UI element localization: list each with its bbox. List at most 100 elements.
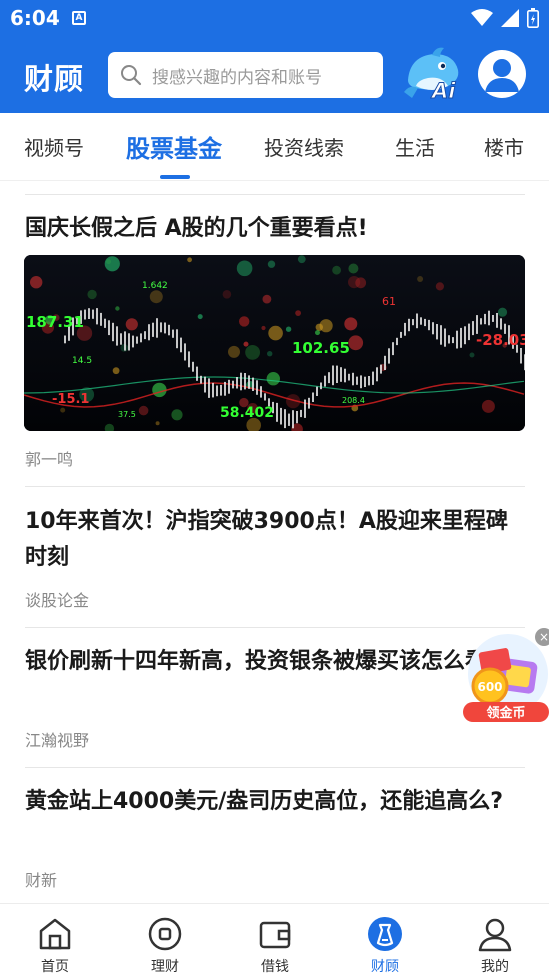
article-source[interactable]: 谈股论金: [25, 587, 89, 611]
bokeh-light: [348, 335, 364, 351]
article-title[interactable]: 国庆长假之后 A股的几个重要看点!: [25, 211, 525, 247]
system-icons: [471, 8, 539, 28]
bottom-navigation: 首页 理财 借钱 财顾 我的: [0, 903, 549, 977]
nav-profile[interactable]: 我的: [440, 904, 549, 977]
nav-wealth[interactable]: 理财: [110, 904, 220, 977]
candle: [400, 331, 402, 338]
bokeh-light: [171, 409, 183, 421]
candle: [260, 386, 262, 398]
bokeh-light: [267, 260, 276, 268]
status-time: 6:04: [10, 6, 60, 30]
candle: [356, 376, 358, 385]
bokeh-light: [262, 294, 272, 304]
bokeh-light: [60, 407, 66, 413]
article-feed[interactable]: 国庆长假之后 A股的几个重要看点! 1.642 187.31 102.65 -2…: [0, 181, 549, 903]
candle: [96, 308, 98, 325]
bokeh-light: [267, 351, 273, 357]
home-icon: [39, 918, 71, 950]
nav-label: 我的: [481, 959, 509, 975]
tab-stocks-funds[interactable]: 股票基金: [126, 129, 222, 164]
svg-text:领金币: 领金币: [486, 705, 525, 721]
battery-icon: [527, 8, 539, 28]
ticker-label: 208.4: [342, 396, 365, 405]
candle: [160, 322, 162, 333]
article-title[interactable]: 银价刷新十四年新高，投资银条被爆买该怎么看?: [25, 644, 525, 680]
bokeh-light: [481, 399, 495, 413]
candle: [420, 317, 422, 325]
article-source[interactable]: 财新: [25, 867, 57, 891]
ticker-label: 58.402: [220, 405, 274, 421]
nav-borrow[interactable]: 借钱: [220, 904, 330, 977]
candle: [404, 322, 406, 336]
candle: [144, 331, 146, 340]
ticker-label: -15.1: [52, 392, 89, 407]
close-icon[interactable]: ×: [535, 628, 549, 646]
bokeh-light: [155, 421, 160, 426]
bokeh-light: [197, 314, 203, 320]
bokeh-light: [295, 310, 301, 316]
candle: [312, 392, 314, 402]
article-source[interactable]: 郭一鸣: [25, 446, 73, 470]
candle: [220, 384, 222, 396]
ticker-label: 187.31: [26, 313, 84, 331]
bokeh-light: [106, 259, 111, 265]
bokeh-light: [30, 276, 43, 289]
tab-real-estate[interactable]: 楼市: [484, 132, 524, 161]
candle: [496, 313, 498, 328]
candle: [248, 375, 250, 389]
bokeh-light: [138, 405, 149, 416]
nav-home[interactable]: 首页: [0, 904, 110, 977]
bokeh-light: [319, 319, 333, 333]
candle: [428, 319, 430, 331]
svg-text:600: 600: [477, 680, 502, 694]
candle: [360, 375, 362, 389]
article-thumbnail[interactable]: 1.642 187.31 102.65 -28.03 58.402 -15.1 …: [24, 255, 525, 431]
article-title[interactable]: 10年来首次！沪指突破3900点！A股迎来里程碑时刻: [25, 504, 525, 576]
tab-investment-leads[interactable]: 投资线索: [264, 132, 344, 161]
candle: [340, 367, 342, 382]
candle: [136, 336, 138, 344]
divider: [25, 194, 525, 195]
candle: [456, 330, 458, 349]
candle: [444, 328, 446, 347]
candle: [372, 371, 374, 385]
bokeh-light: [297, 255, 306, 264]
bokeh-light: [245, 345, 260, 360]
bokeh-light: [266, 372, 280, 386]
candle: [112, 322, 114, 342]
ticker-label: -28.03: [476, 331, 525, 349]
candle: [236, 377, 238, 389]
article-title[interactable]: 黄金站上4000美元/盎司历史高位，还能追高么?: [25, 784, 525, 820]
candle: [256, 380, 258, 395]
bokeh-light: [243, 341, 249, 347]
bokeh-light: [104, 256, 120, 272]
ticker-label: 14.5: [72, 356, 92, 366]
avatar[interactable]: [478, 50, 526, 98]
nav-label: 理财: [151, 959, 179, 975]
article-source[interactable]: 江瀚视野: [25, 727, 89, 751]
candle: [472, 321, 474, 336]
candle: [200, 375, 202, 384]
candle: [168, 324, 170, 336]
ai-assistant-button[interactable]: Ai: [402, 46, 464, 102]
category-tabs: 视频号 股票基金 投资线索 生活 楼市: [0, 113, 549, 181]
candle: [284, 409, 286, 429]
nav-advisor[interactable]: 财顾: [330, 904, 440, 977]
active-tab-indicator: [160, 175, 190, 179]
candle: [132, 335, 134, 348]
candle: [344, 368, 346, 383]
svg-text:Ai: Ai: [430, 79, 456, 102]
app-header: 财顾 搜感兴趣的内容和账号 Ai: [0, 36, 549, 113]
app-brand: 财顾: [24, 62, 85, 96]
candle: [408, 318, 410, 332]
coin-reward-widget[interactable]: 600 领金币: [460, 630, 549, 725]
candle: [124, 331, 126, 351]
search-input[interactable]: 搜感兴趣的内容和账号: [108, 52, 383, 98]
bokeh-light: [152, 382, 167, 398]
ticker-label: 102.65: [292, 339, 350, 357]
candle: [348, 373, 350, 381]
tab-videos[interactable]: 视频号: [24, 132, 84, 161]
status-bar: 6:04 A: [0, 0, 549, 36]
tab-life[interactable]: 生活: [395, 132, 435, 161]
candle: [288, 413, 290, 426]
